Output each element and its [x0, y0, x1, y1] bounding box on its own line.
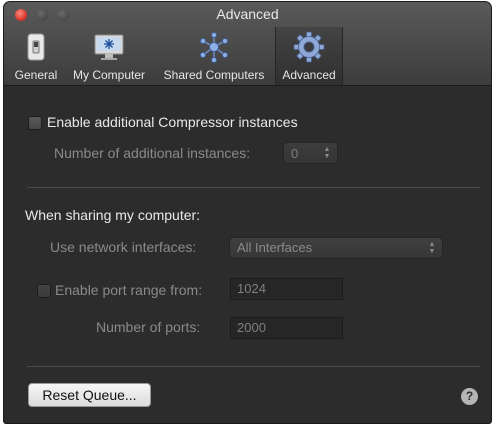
- port-start-field[interactable]: 1024: [230, 278, 343, 300]
- enable-instances-label: Enable additional Compressor instances: [47, 114, 298, 130]
- port-range-checkbox[interactable]: [37, 284, 51, 298]
- reset-queue-button[interactable]: Reset Queue...: [28, 383, 151, 407]
- help-button[interactable]: ?: [461, 388, 478, 405]
- network-interfaces-select[interactable]: All Interfaces ▲ ▼: [229, 237, 443, 259]
- title-bar: Advanced General My Computer Shared Comp…: [4, 2, 491, 86]
- separator: [27, 187, 480, 188]
- instances-value: 0: [291, 146, 299, 161]
- network-nodes-icon: [200, 32, 228, 63]
- tab-general-label: General: [14, 68, 58, 82]
- switch-icon: [27, 33, 45, 61]
- port-range-label: Enable port range from:: [55, 282, 203, 298]
- tab-shared-computers[interactable]: Shared Computers: [156, 27, 272, 85]
- ports-count-label: Number of ports:: [96, 319, 201, 335]
- tab-general[interactable]: General: [10, 27, 62, 85]
- instances-label: Number of additional instances:: [54, 145, 251, 161]
- tab-my-computer-label: My Computer: [72, 68, 146, 82]
- tab-advanced[interactable]: Advanced: [275, 27, 343, 85]
- select-arrows-icon: ▲ ▼: [428, 241, 436, 255]
- sharing-heading: When sharing my computer:: [25, 207, 201, 223]
- tab-shared-computers-label: Shared Computers: [163, 68, 265, 82]
- tab-advanced-label: Advanced: [282, 68, 336, 82]
- monitor-icon: [94, 34, 124, 60]
- enable-instances-checkbox[interactable]: [28, 116, 42, 130]
- preferences-window: Advanced General My Computer Shared Comp…: [4, 2, 491, 423]
- window-title: Advanced: [216, 6, 279, 22]
- network-interfaces-label: Use network interfaces:: [50, 239, 197, 255]
- advanced-pane: Enable additional Compressor instances N…: [4, 86, 491, 423]
- network-interfaces-value: All Interfaces: [237, 240, 313, 255]
- separator: [27, 366, 480, 367]
- instances-stepper[interactable]: 0 ▲ ▼: [283, 142, 338, 164]
- stepper-arrows-icon[interactable]: ▲ ▼: [323, 146, 331, 160]
- gear-icon: [293, 31, 325, 63]
- tab-my-computer[interactable]: My Computer: [66, 27, 152, 85]
- ports-count-field[interactable]: 2000: [230, 317, 343, 339]
